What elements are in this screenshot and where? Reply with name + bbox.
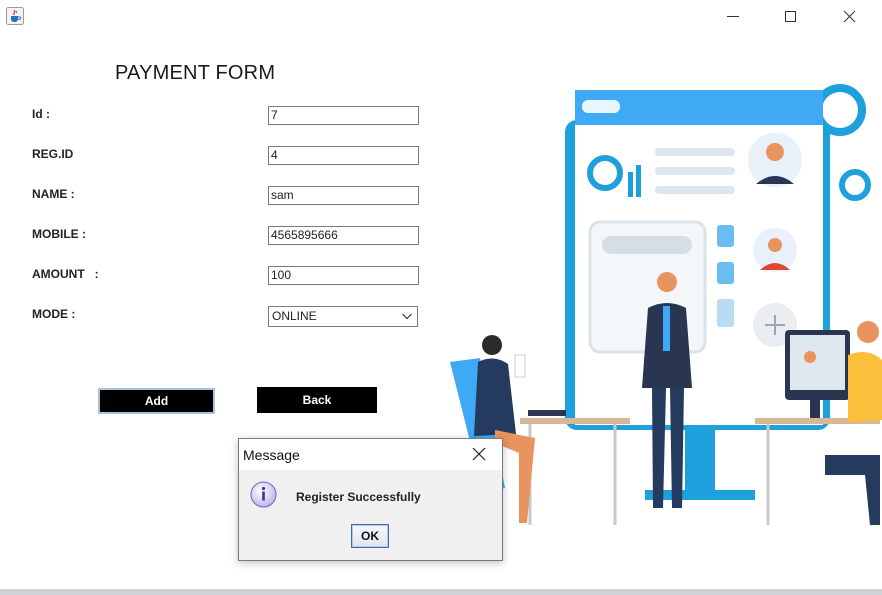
name-label: NAME : [32,187,75,201]
minimize-icon[interactable] [710,0,756,32]
amount-field[interactable]: 100 [268,266,419,285]
form-title: PAYMENT FORM [115,62,276,84]
dialog-title-bar: Message [239,439,502,470]
payment-window: PAYMENT FORM Id : 7 REG.ID 4 NAME : sam … [0,0,882,595]
dialog-message: Register Successfully [296,490,421,504]
dialog-title: Message [243,447,300,463]
reg-id-label: REG.ID [32,147,74,161]
title-bar [0,0,882,32]
close-icon[interactable] [826,0,872,32]
small-gear-icon [839,169,871,201]
maximize-icon[interactable] [767,0,813,32]
message-dialog: Message Register Successfully OK [238,438,503,561]
add-button[interactable]: Add [98,388,215,414]
reg-id-field[interactable]: 4 [268,146,419,165]
mode-select[interactable]: ONLINE [268,306,418,327]
id-label: Id : [32,107,50,121]
java-cup-icon [6,7,24,25]
desktop-background-strip [0,589,882,595]
mobile-label: MOBILE : [32,227,86,241]
info-icon [250,481,277,508]
amount-label: AMOUNT : [32,267,99,281]
name-field[interactable]: sam [268,186,419,205]
close-icon[interactable] [471,446,487,462]
back-button[interactable]: Back [257,387,377,413]
mobile-field[interactable]: 4565895666 [268,226,419,245]
mode-selected-value: ONLINE [272,309,317,323]
chevron-down-icon [402,313,412,320]
mode-label: MODE : [32,307,76,321]
ok-button[interactable]: OK [351,524,389,548]
id-field[interactable]: 7 [268,106,419,125]
